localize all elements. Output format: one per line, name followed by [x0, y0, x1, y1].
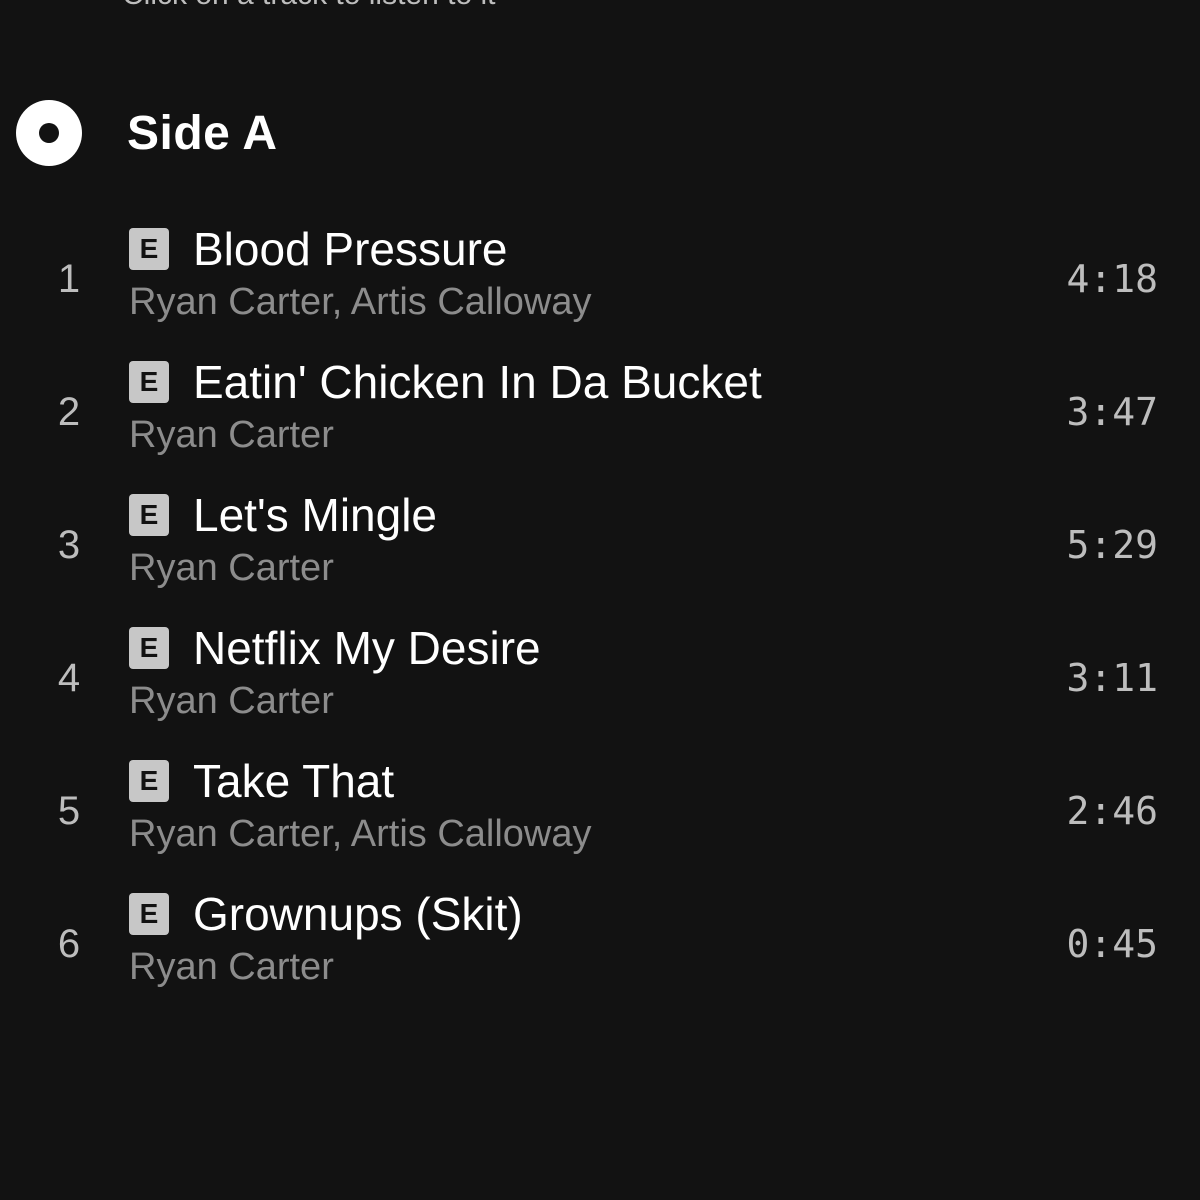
track-title[interactable]: Take That [193, 754, 394, 808]
track-duration: 0:45 [1066, 922, 1158, 966]
track-duration: 5:29 [1066, 523, 1158, 567]
side-header: Side A [16, 100, 278, 166]
track-info: E Eatin' Chicken In Da Bucket Ryan Carte… [129, 354, 762, 457]
explicit-badge-icon: E [129, 361, 169, 403]
explicit-badge-icon: E [129, 627, 169, 669]
track-row[interactable]: 5 E Take That Ryan Carter, Artis Callowa… [0, 745, 1200, 878]
track-duration: 2:46 [1066, 789, 1158, 833]
track-title[interactable]: Let's Mingle [193, 488, 437, 542]
disc-icon [16, 100, 82, 166]
track-duration: 4:18 [1066, 257, 1158, 301]
track-title[interactable]: Netflix My Desire [193, 621, 541, 675]
track-info: E Let's Mingle Ryan Carter [129, 487, 437, 590]
track-number: 2 [57, 390, 81, 434]
track-info: E Take That Ryan Carter, Artis Calloway [129, 753, 592, 856]
track-list: 1 E Blood Pressure Ryan Carter, Artis Ca… [0, 213, 1200, 1011]
track-title[interactable]: Eatin' Chicken In Da Bucket [193, 355, 762, 409]
track-row[interactable]: 6 E Grownups (Skit) Ryan Carter 0:45 [0, 878, 1200, 1011]
track-artists[interactable]: Ryan Carter [129, 680, 541, 723]
track-number: 5 [57, 789, 81, 833]
track-row[interactable]: 4 E Netflix My Desire Ryan Carter 3:11 [0, 612, 1200, 745]
track-title[interactable]: Grownups (Skit) [193, 887, 523, 941]
track-artists[interactable]: Ryan Carter [129, 547, 437, 590]
track-info: E Netflix My Desire Ryan Carter [129, 620, 541, 723]
explicit-badge-icon: E [129, 228, 169, 270]
track-duration: 3:11 [1066, 656, 1158, 700]
track-artists[interactable]: Ryan Carter, Artis Calloway [129, 813, 592, 856]
side-title: Side A [127, 106, 278, 160]
track-number: 6 [57, 922, 81, 966]
partial-instruction-text: Click on a track to listen to it [122, 0, 495, 12]
track-row[interactable]: 1 E Blood Pressure Ryan Carter, Artis Ca… [0, 213, 1200, 346]
track-row[interactable]: 2 E Eatin' Chicken In Da Bucket Ryan Car… [0, 346, 1200, 479]
explicit-badge-icon: E [129, 760, 169, 802]
track-artists[interactable]: Ryan Carter [129, 414, 762, 457]
track-artists[interactable]: Ryan Carter, Artis Calloway [129, 281, 592, 324]
track-info: E Blood Pressure Ryan Carter, Artis Call… [129, 221, 592, 324]
track-artists[interactable]: Ryan Carter [129, 946, 523, 989]
track-title[interactable]: Blood Pressure [193, 222, 508, 276]
track-number: 4 [57, 656, 81, 700]
track-number: 1 [57, 257, 81, 301]
explicit-badge-icon: E [129, 893, 169, 935]
track-info: E Grownups (Skit) Ryan Carter [129, 886, 523, 989]
track-row[interactable]: 3 E Let's Mingle Ryan Carter 5:29 [0, 479, 1200, 612]
explicit-badge-icon: E [129, 494, 169, 536]
track-number: 3 [57, 523, 81, 567]
track-duration: 3:47 [1066, 390, 1158, 434]
